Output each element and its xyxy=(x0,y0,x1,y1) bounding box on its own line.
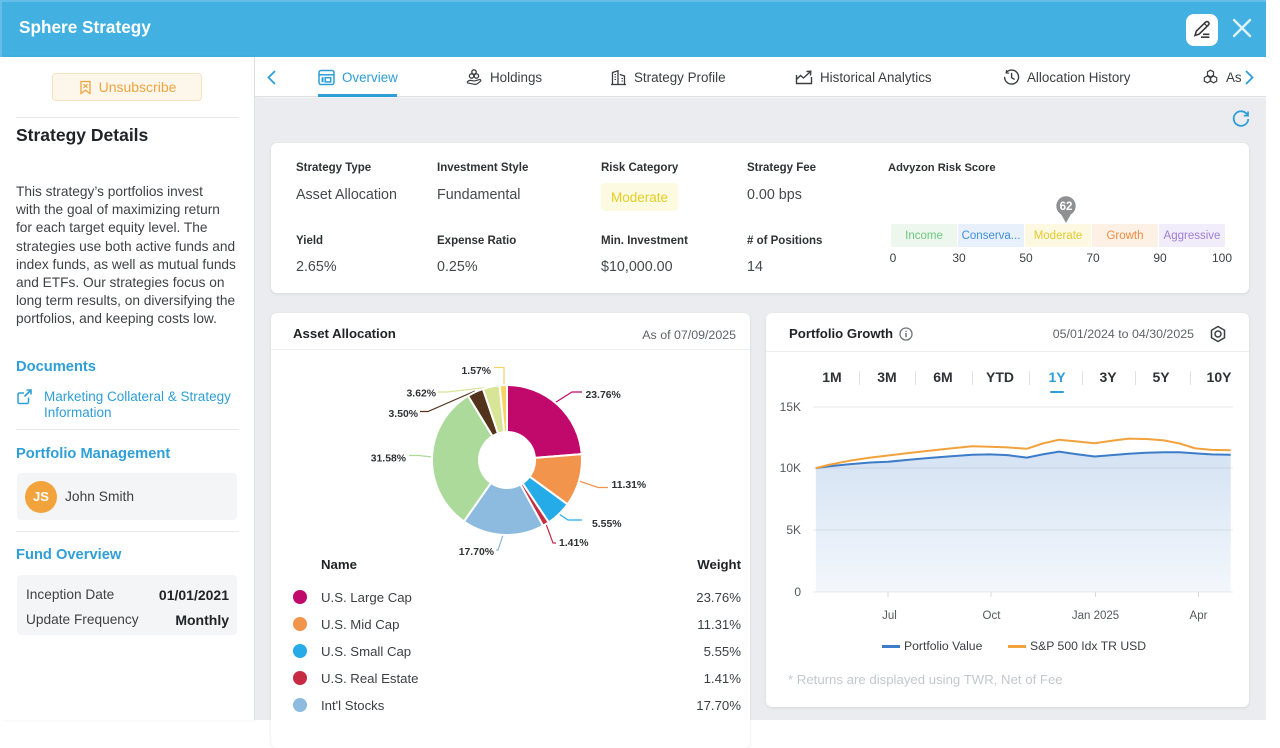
svg-text:3.62%: 3.62% xyxy=(407,389,436,400)
svg-text:31.58%: 31.58% xyxy=(371,454,406,465)
svg-text:15K: 15K xyxy=(780,400,801,414)
svg-text:3.50%: 3.50% xyxy=(389,409,418,420)
svg-text:5.55%: 5.55% xyxy=(592,519,621,530)
svg-text:0: 0 xyxy=(794,585,801,599)
svg-text:23.76%: 23.76% xyxy=(586,390,621,401)
svg-text:11.31%: 11.31% xyxy=(612,480,647,491)
svg-text:1.57%: 1.57% xyxy=(462,366,491,377)
svg-text:Apr: Apr xyxy=(1190,610,1208,622)
svg-text:Jul: Jul xyxy=(882,610,897,622)
svg-text:Jan 2025: Jan 2025 xyxy=(1072,610,1119,622)
svg-text:62: 62 xyxy=(1060,201,1073,213)
svg-text:5K: 5K xyxy=(786,523,801,537)
svg-text:10K: 10K xyxy=(780,461,801,475)
svg-text:1.41%: 1.41% xyxy=(559,538,588,549)
svg-text:17.70%: 17.70% xyxy=(459,547,494,558)
svg-text:Oct: Oct xyxy=(983,610,1002,622)
